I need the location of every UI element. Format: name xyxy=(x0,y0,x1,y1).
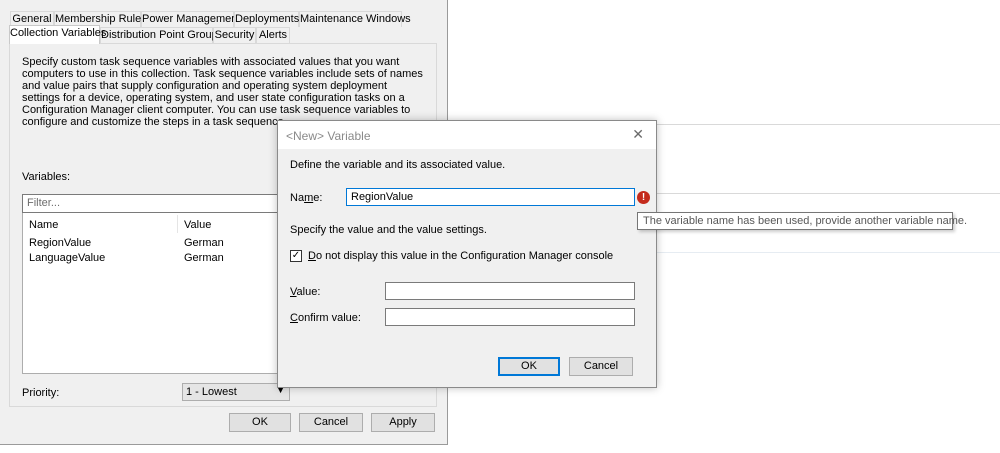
dialog-title-bar: <New> Variable ✕ xyxy=(278,121,656,149)
dialog-intro-text: Define the variable and its associated v… xyxy=(290,159,506,171)
column-header-value[interactable]: Value xyxy=(184,219,211,231)
value-settings-text: Specify the value and the value settings… xyxy=(290,224,487,236)
new-variable-dialog: <New> Variable ✕ Define the variable and… xyxy=(277,120,657,388)
variable-row-name[interactable]: RegionValue xyxy=(29,237,91,249)
filter-input[interactable]: Filter... xyxy=(22,194,289,213)
tab-power-management[interactable]: Power Management xyxy=(141,11,240,27)
priority-label: Priority: xyxy=(22,387,60,399)
background-divider xyxy=(655,252,1000,253)
column-header-name[interactable]: Name xyxy=(29,219,58,231)
modal-ok-button[interactable]: OK xyxy=(498,357,560,376)
confirm-value-label: Confirm value: xyxy=(290,312,361,324)
value-label: Value: xyxy=(290,286,321,298)
error-icon: ! xyxy=(637,191,650,204)
tab-security[interactable]: Security xyxy=(213,27,256,43)
apply-button[interactable]: Apply xyxy=(371,413,435,432)
variable-row-name[interactable]: LanguageValue xyxy=(29,252,105,264)
dialog-title: <New> Variable xyxy=(286,129,371,143)
variables-list[interactable]: Name Value RegionValue German LanguageVa… xyxy=(22,213,289,374)
priority-select[interactable]: 1 - Lowest ▼ xyxy=(182,383,290,401)
name-label: Name: xyxy=(290,192,323,204)
variable-row-value[interactable]: German xyxy=(184,252,224,264)
confirm-value-input[interactable] xyxy=(385,308,635,326)
hide-value-checkbox[interactable]: ✓ xyxy=(290,250,302,262)
value-input[interactable] xyxy=(385,282,635,300)
tab-collection-variables[interactable]: Collection Variables xyxy=(9,25,106,44)
cancel-button[interactable]: Cancel xyxy=(299,413,363,432)
hide-value-checkbox-label[interactable]: Do not display this value in the Configu… xyxy=(308,250,613,262)
ok-button[interactable]: OK xyxy=(229,413,291,432)
tab-alerts[interactable]: Alerts xyxy=(256,27,290,43)
panel-description: Specify custom task sequence variables w… xyxy=(22,56,423,128)
column-divider xyxy=(177,215,178,233)
tab-distribution-point-groups[interactable]: Distribution Point Groups xyxy=(100,27,223,43)
variable-row-value[interactable]: German xyxy=(184,237,224,249)
name-input[interactable]: RegionValue xyxy=(346,188,635,206)
background-divider xyxy=(655,193,1000,194)
variables-label: Variables: xyxy=(22,171,71,183)
modal-cancel-button[interactable]: Cancel xyxy=(569,357,633,376)
priority-selected-value: 1 - Lowest xyxy=(186,386,237,398)
tab-maintenance-windows[interactable]: Maintenance Windows xyxy=(299,11,411,27)
error-tooltip: The variable name has been used, provide… xyxy=(637,212,967,230)
close-icon[interactable]: ✕ xyxy=(632,126,644,143)
tab-deployments[interactable]: Deployments xyxy=(234,11,299,27)
